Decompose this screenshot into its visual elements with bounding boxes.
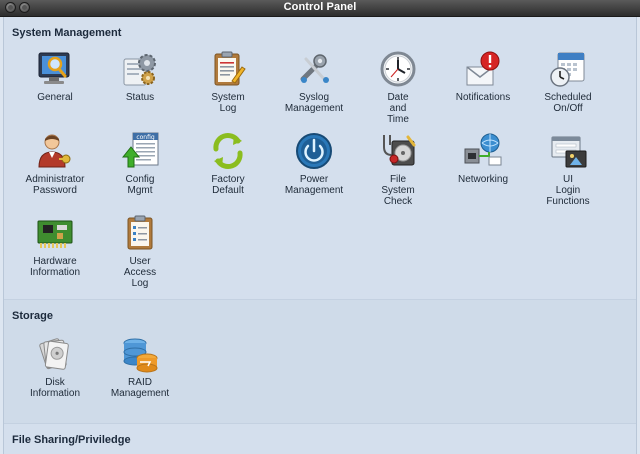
item-power-management[interactable]: Power Management (275, 131, 353, 196)
window-titlebar: Control Panel (0, 0, 640, 17)
section-file-sharing: File Sharing/Priviledge (4, 423, 636, 454)
item-file-system-check[interactable]: File System Check (359, 131, 437, 207)
item-status[interactable]: Status (101, 49, 179, 103)
item-date-and-time[interactable]: Date and Time (359, 49, 437, 125)
config-upload-icon: config (121, 132, 159, 168)
power-button-icon (296, 133, 332, 169)
network-globe-icon (464, 133, 502, 166)
monitor-magnifier-icon (38, 52, 70, 84)
item-scheduled-on-off[interactable]: Scheduled On/Off (529, 49, 607, 114)
item-user-access-log[interactable]: User Access Log (101, 213, 179, 289)
item-general[interactable]: General (16, 49, 94, 103)
section-title: System Management (12, 27, 122, 39)
item-administrator-password[interactable]: Administrator Password (16, 131, 94, 196)
item-ui-login-functions[interactable]: UI Login Functions (529, 131, 607, 207)
ui-login-icon (551, 136, 587, 168)
window-title: Control Panel (283, 1, 357, 13)
user-access-log-icon (127, 215, 153, 250)
item-networking[interactable]: Networking (444, 131, 522, 185)
admin-user-key-icon (38, 134, 71, 168)
svg-text:config: config (136, 134, 155, 141)
item-factory-default[interactable]: Factory Default (189, 131, 267, 196)
section-system-management: System Management General Status System … (4, 17, 636, 299)
raid-database-icon (123, 338, 158, 373)
calendar-schedule-icon (550, 52, 585, 87)
section-title: Storage (12, 310, 53, 322)
item-config-mgmt[interactable]: config Config Mgmt (101, 131, 179, 196)
item-notifications[interactable]: Notifications (444, 49, 522, 103)
item-syslog-management[interactable]: Syslog Management (275, 49, 353, 114)
item-raid-management[interactable]: RAID Management (101, 334, 179, 399)
envelope-alert-icon (466, 51, 500, 86)
reset-arrows-icon (213, 133, 243, 169)
section-storage: Storage Disk Information RAID Management (4, 299, 636, 424)
item-hardware-information[interactable]: Hardware Information (16, 213, 94, 278)
section-title: File Sharing/Priviledge (12, 434, 131, 446)
wrench-syslog-icon (300, 54, 329, 83)
status-gears-icon (123, 54, 156, 86)
clipboard-log-icon (214, 51, 246, 86)
clock-icon (380, 51, 416, 87)
item-system-log[interactable]: System Log (189, 49, 267, 114)
circuit-board-icon (37, 220, 73, 248)
disk-stack-icon (39, 338, 69, 370)
control-panel-content: System Management General Status System … (3, 17, 637, 454)
item-disk-information[interactable]: Disk Information (16, 334, 94, 399)
stethoscope-disk-icon (383, 135, 416, 166)
